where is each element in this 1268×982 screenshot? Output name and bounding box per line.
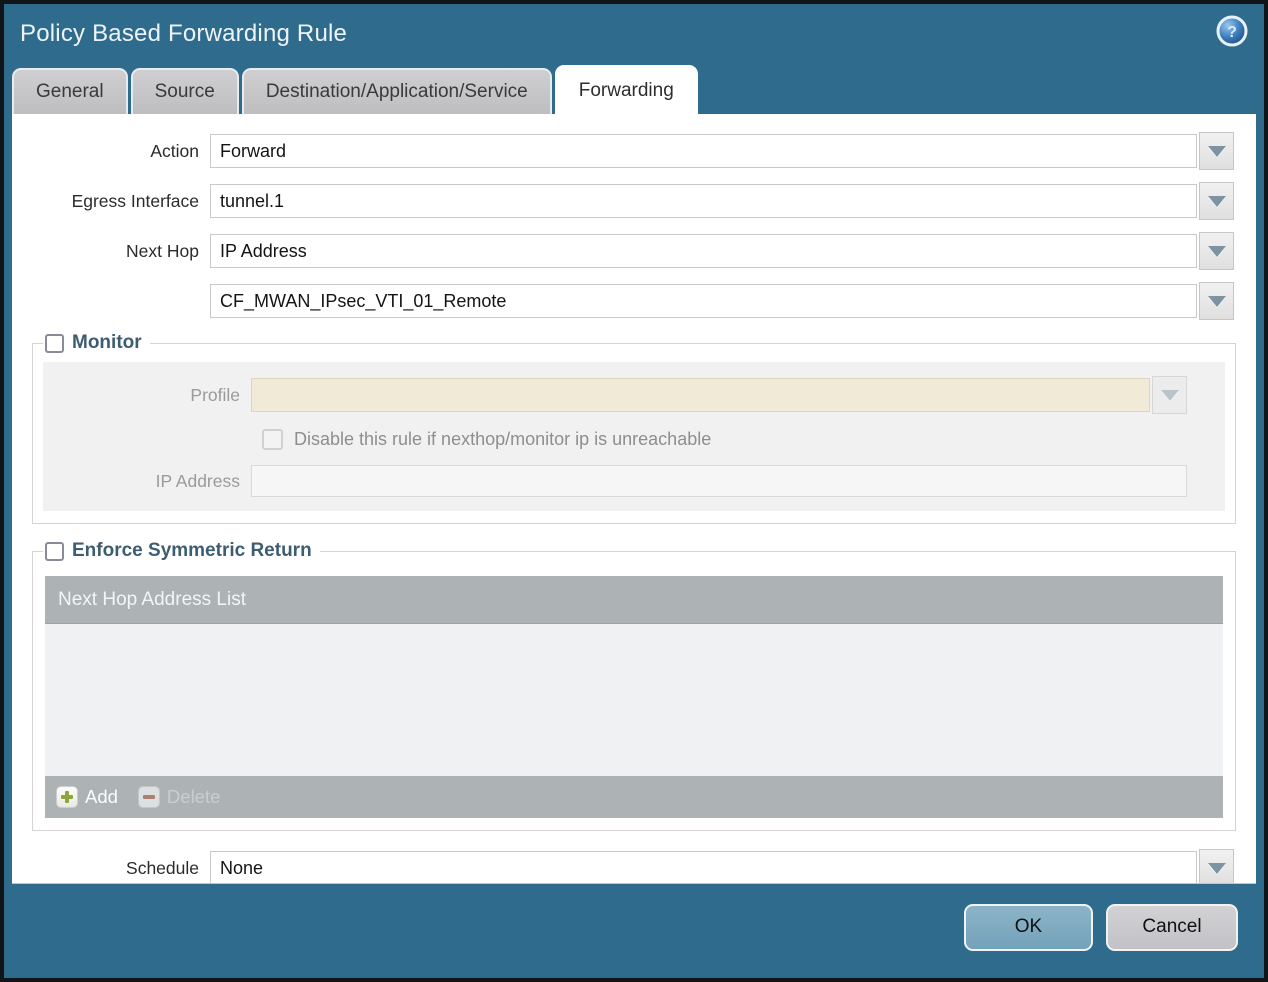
next-hop-address-select: CF_MWAN_IPsec_VTI_01_Remote (210, 282, 1234, 320)
monitor-ip-address-field-wrap (251, 465, 1187, 497)
dialog-footer: OK Cancel (4, 884, 1264, 978)
next-hop-address-list-header: Next Hop Address List (45, 576, 1223, 624)
egress-interface-label: Egress Interface (71, 190, 199, 211)
chevron-down-icon (1207, 145, 1226, 157)
chevron-down-icon (1160, 389, 1179, 401)
tab-destination-application-service[interactable]: Destination/Application/Service (241, 68, 552, 114)
schedule-row: Schedule None (12, 849, 1234, 883)
delete-button[interactable]: Delete (137, 786, 221, 808)
add-button-label: Add (85, 786, 118, 807)
schedule-value[interactable]: None (210, 851, 1197, 883)
monitor-legend-label: Monitor (72, 332, 142, 353)
title-bar: Policy Based Forwarding Rule ? (4, 4, 1264, 64)
ok-button[interactable]: OK (964, 903, 1093, 951)
minus-icon (137, 786, 160, 808)
egress-interface-select: tunnel.1 (210, 182, 1234, 220)
disable-rule-label: Disable this rule if nexthop/monitor ip … (294, 429, 712, 449)
plus-icon (56, 786, 78, 808)
tab-forwarding[interactable]: Forwarding (554, 65, 698, 114)
next-hop-row: Next Hop IP Address (12, 232, 1234, 270)
symmetric-return-fieldset: Enforce Symmetric Return Next Hop Addres… (32, 540, 1236, 831)
egress-interface-row: Egress Interface tunnel.1 (12, 182, 1234, 220)
monitor-legend: Monitor (43, 332, 150, 354)
chevron-down-icon (1207, 862, 1226, 874)
next-hop-dropdown-button[interactable] (1199, 232, 1234, 270)
egress-interface-dropdown-button[interactable] (1199, 182, 1234, 220)
action-dropdown-button[interactable] (1199, 132, 1234, 170)
action-select: Forward (210, 132, 1234, 170)
dialog-title: Policy Based Forwarding Rule (20, 20, 348, 47)
egress-interface-value[interactable]: tunnel.1 (210, 184, 1197, 218)
action-label: Action (150, 140, 199, 161)
tab-bar: General Source Destination/Application/S… (4, 64, 1264, 114)
profile-row: Profile (43, 376, 1187, 414)
next-hop-address-value[interactable]: CF_MWAN_IPsec_VTI_01_Remote (210, 284, 1197, 318)
add-button[interactable]: Add (56, 786, 118, 808)
next-hop-address-row: CF_MWAN_IPsec_VTI_01_Remote (12, 282, 1234, 320)
chevron-down-icon (1207, 245, 1226, 257)
monitor-checkbox[interactable] (45, 333, 64, 353)
cancel-button[interactable]: Cancel (1106, 903, 1238, 951)
action-row: Action Forward (12, 132, 1234, 170)
disable-rule-row: Disable this rule if nexthop/monitor ip … (262, 429, 1213, 450)
next-hop-label: Next Hop (126, 240, 199, 261)
monitor-ip-address-row: IP Address (43, 465, 1187, 497)
monitor-ip-address-input[interactable] (251, 465, 1187, 497)
schedule-select: None (210, 849, 1234, 883)
next-hop-type-select: IP Address (210, 232, 1234, 270)
svg-text:?: ? (1227, 24, 1237, 41)
chevron-down-icon (1207, 195, 1226, 207)
disable-rule-checkbox[interactable] (262, 429, 283, 450)
pbf-rule-dialog: Policy Based Forwarding Rule ? General S… (0, 0, 1268, 982)
chevron-down-icon (1207, 295, 1226, 307)
delete-button-label: Delete (166, 786, 221, 807)
next-hop-address-list-body[interactable] (45, 624, 1223, 776)
schedule-label: Schedule (126, 857, 199, 878)
monitor-fieldset: Monitor Profile Disable this rule if nex… (32, 332, 1236, 524)
help-icon[interactable]: ? (1216, 15, 1248, 47)
symmetric-return-legend: Enforce Symmetric Return (43, 540, 320, 562)
profile-label: Profile (190, 384, 240, 405)
next-hop-address-list-toolbar: Add Delete (45, 776, 1223, 818)
symmetric-return-legend-label: Enforce Symmetric Return (72, 540, 312, 561)
monitor-ip-address-label: IP Address (155, 470, 240, 491)
next-hop-type-value[interactable]: IP Address (210, 234, 1197, 268)
profile-value[interactable] (251, 378, 1150, 412)
tab-general[interactable]: General (12, 68, 128, 114)
profile-select (251, 376, 1187, 414)
profile-dropdown-button[interactable] (1152, 376, 1187, 414)
enforce-symmetric-return-checkbox[interactable] (45, 541, 64, 561)
forwarding-tab-panel: Action Forward Egress Interface tunnel.1… (12, 114, 1256, 884)
action-value[interactable]: Forward (210, 134, 1197, 168)
monitor-panel: Profile Disable this rule if nexthop/mon… (43, 362, 1225, 511)
next-hop-address-list-table: Next Hop Address List Add Delete (45, 576, 1223, 818)
schedule-dropdown-button[interactable] (1199, 849, 1234, 883)
tab-source[interactable]: Source (130, 68, 239, 114)
next-hop-address-dropdown-button[interactable] (1199, 282, 1234, 320)
